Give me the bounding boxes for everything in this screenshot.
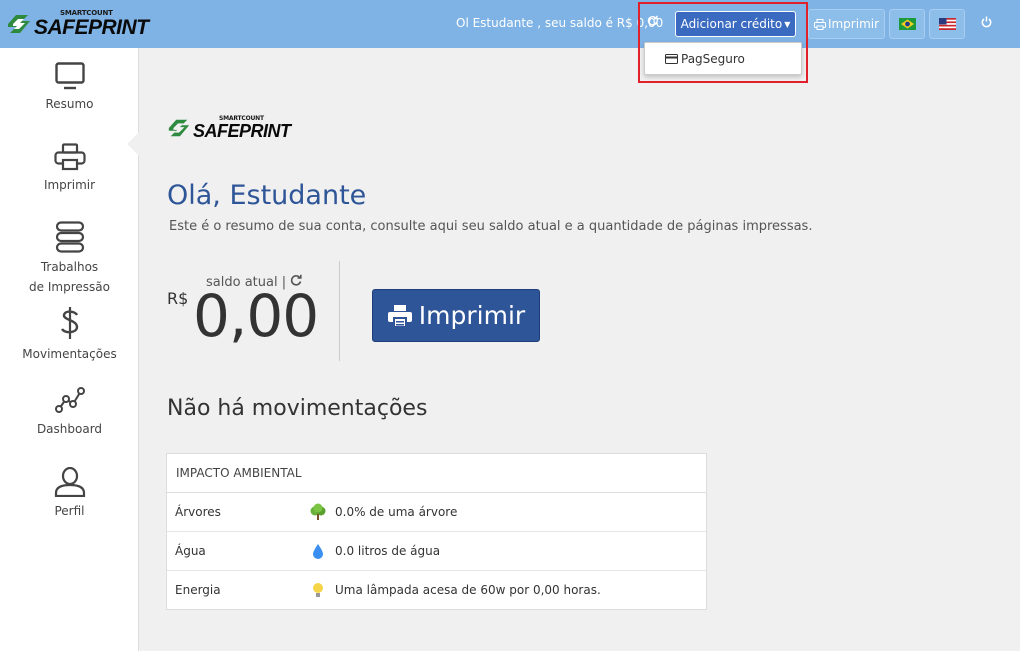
logo-big-text: SAFEPRINT (193, 121, 291, 141)
printer-icon (387, 304, 412, 328)
sidebar-item-perfil[interactable]: Perfil (0, 467, 139, 521)
sidebar-item-trabalhos[interactable]: Trabalhos de Impressão (0, 221, 139, 297)
sidebar: Resumo Imprimir Trabalhos de Impressão M… (0, 48, 140, 651)
sidebar-item-label: Movimentações (22, 347, 117, 361)
impact-label: Água (175, 544, 206, 558)
logo-big-text: SAFEPRINT (34, 16, 149, 39)
dropdown-item-label: PagSeguro (681, 51, 745, 66)
table-row: Energia Uma lâmpada acesa de 60w por 0,0… (167, 571, 706, 610)
usa-flag-icon (938, 18, 956, 30)
chart-line-icon (54, 387, 85, 413)
no-movements-heading: Não há movimentações (167, 396, 428, 421)
refresh-balance-icon[interactable] (647, 15, 658, 29)
language-en-button[interactable] (929, 9, 965, 39)
balance-greeting: Ol Estudante , seu saldo é R$ 0,00 (456, 16, 664, 30)
sidebar-item-label: Imprimir (43, 178, 96, 192)
vertical-divider (339, 261, 340, 361)
add-credit-label: Adicionar crédito (680, 17, 783, 31)
balance-value: 0,00 (193, 282, 319, 350)
top-navbar: SMARTCOUNT SAFEPRINT Ol Estudante , seu … (0, 0, 1020, 48)
sidebar-item-movimentacoes[interactable]: Movimentações (0, 306, 139, 364)
print-main-button[interactable]: Imprimir (372, 289, 540, 342)
caret-down-icon: ▼ (784, 19, 791, 29)
lightbulb-icon (313, 583, 323, 597)
user-icon (54, 467, 85, 497)
add-credit-dropdown-item-pagseguro[interactable]: PagSeguro (644, 42, 802, 75)
tree-icon (310, 503, 326, 520)
currency-symbol: R$ (167, 289, 189, 308)
sidebar-item-label: Resumo (45, 97, 94, 111)
table-row: Árvores 0.0% de uma árvore (167, 493, 706, 532)
brazil-flag-icon (898, 18, 916, 30)
impact-value: 0.0% de uma árvore (335, 505, 458, 519)
add-credit-button[interactable]: Adicionar crédito ▼ (675, 11, 796, 37)
impact-heading: IMPACTO AMBIENTAL (167, 454, 706, 493)
sidebar-item-label-line2: de Impressão (29, 280, 110, 294)
safeprint-logo-icon (168, 119, 190, 137)
print-top-button[interactable]: Imprimir (808, 9, 885, 39)
sidebar-item-label: Dashboard (36, 422, 103, 436)
dollar-icon (60, 307, 78, 339)
impact-value: Uma lâmpada acesa de 60w por 0,00 horas. (335, 583, 601, 597)
page-title: Olá, Estudante (167, 180, 367, 211)
printer-icon (53, 143, 86, 171)
language-pt-button[interactable] (889, 9, 925, 39)
environmental-impact-panel: IMPACTO AMBIENTAL Árvores 0.0% de uma ár… (166, 453, 707, 610)
sidebar-item-dashboard[interactable]: Dashboard (0, 387, 139, 439)
main-safeprint-logo: SMARTCOUNT SAFEPRINT (167, 116, 291, 140)
impact-label: Árvores (175, 505, 221, 519)
page-subtitle: Este é o resumo de sua conta, consulte a… (169, 219, 813, 234)
safeprint-logo-icon (8, 15, 30, 33)
water-drop-icon (313, 544, 323, 559)
credit-card-icon (665, 53, 678, 64)
impact-value: 0.0 litros de água (335, 544, 441, 558)
table-row: Água 0.0 litros de água (167, 532, 706, 571)
sidebar-item-resumo[interactable]: Resumo (0, 62, 139, 114)
monitor-icon (54, 62, 85, 90)
sidebar-item-label: Trabalhos (40, 260, 99, 274)
sidebar-item-imprimir[interactable]: Imprimir (0, 143, 139, 195)
stack-icon (55, 221, 84, 253)
printer-icon (813, 18, 826, 30)
logout-power-icon[interactable] (981, 16, 992, 31)
sidebar-item-label: Perfil (54, 504, 85, 518)
safeprint-logo[interactable]: SMARTCOUNT SAFEPRINT (6, 10, 149, 38)
print-main-label: Imprimir (418, 301, 526, 330)
print-top-label: Imprimir (827, 17, 880, 31)
impact-label: Energia (175, 583, 221, 597)
